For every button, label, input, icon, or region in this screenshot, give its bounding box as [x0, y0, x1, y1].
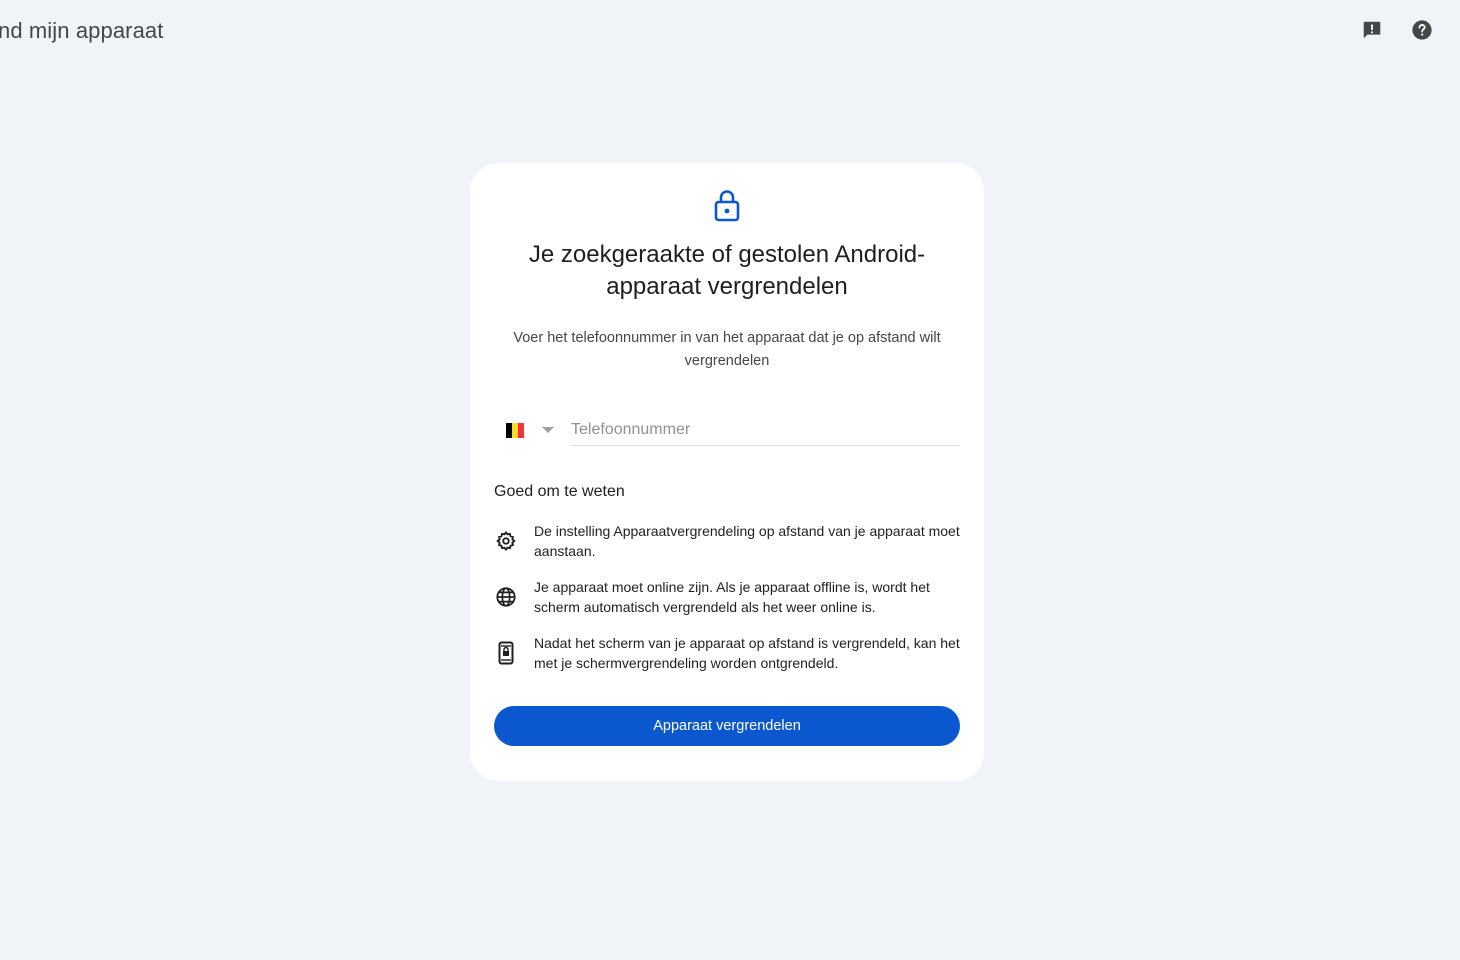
chevron-down-icon: [542, 427, 554, 433]
help-icon: [1412, 20, 1432, 40]
list-item: Nadat het scherm van je apparaat op afst…: [494, 633, 960, 673]
lock-icon-wrap: [470, 188, 984, 222]
belgium-flag-icon: [506, 422, 524, 438]
phone-lock-icon: [494, 641, 518, 665]
help-button[interactable]: [1410, 18, 1434, 42]
info-list: De instelling Apparaatvergrendeling op a…: [494, 521, 960, 689]
feedback-icon: [1363, 21, 1381, 39]
card-subtitle: Voer het telefoonnummer in van het appar…: [513, 330, 941, 369]
country-code-select[interactable]: [494, 415, 570, 445]
card-title: Je zoekgeraakte of gestolen Android-appa…: [528, 241, 926, 300]
app-title: nd mijn apparaat: [0, 18, 164, 43]
globe-icon: [494, 585, 518, 609]
list-item: Je apparaat moet online zijn. Als je app…: [494, 577, 960, 617]
phone-number-row: [494, 414, 960, 446]
lock-device-button[interactable]: Apparaat vergrendelen: [494, 706, 960, 746]
info-text: De instelling Apparaatvergrendeling op a…: [534, 523, 960, 559]
lock-device-card: Je zoekgeraakte of gestolen Android-appa…: [470, 163, 984, 781]
good-to-know-heading: Goed om te weten: [494, 483, 625, 500]
list-item: De instelling Apparaatvergrendeling op a…: [494, 521, 960, 561]
info-text: Je apparaat moet online zijn. Als je app…: [534, 579, 930, 615]
settings-icon: [494, 529, 518, 553]
phone-number-input[interactable]: [570, 414, 960, 446]
info-text: Nadat het scherm van je apparaat op afst…: [534, 635, 960, 671]
feedback-button[interactable]: [1360, 18, 1384, 42]
top-actions: [1360, 18, 1434, 42]
lock-icon: [714, 190, 740, 222]
